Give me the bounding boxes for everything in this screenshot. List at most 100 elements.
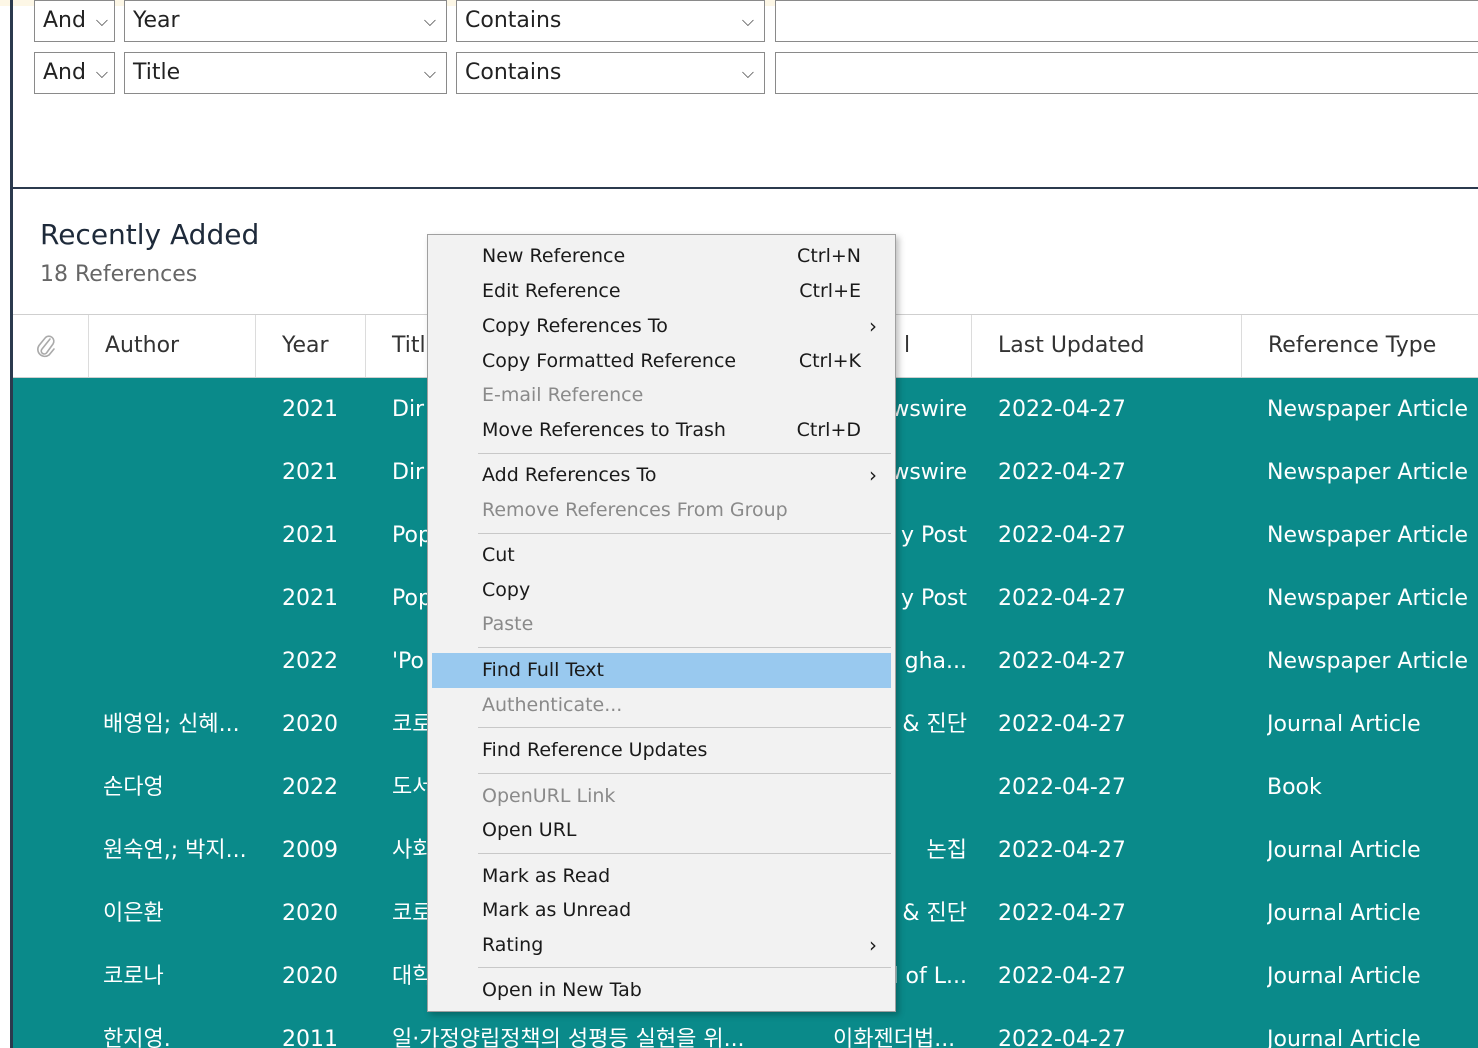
cell-author: 배영임; 신혜...: [103, 712, 240, 737]
column-reference-type[interactable]: Reference Type: [1241, 315, 1478, 377]
menu-item-label: Move References to Trash: [482, 419, 726, 441]
boolean-select-2[interactable]: And ⌵: [34, 52, 115, 94]
menu-item-label: Copy Formatted Reference: [482, 350, 737, 372]
column-attachment[interactable]: [13, 315, 88, 377]
cell-last-updated: 2022-04-27: [998, 901, 1126, 926]
search-panel-divider: [13, 187, 1478, 189]
chevron-down-icon: ⌵: [95, 63, 108, 82]
menu-item-open-url[interactable]: Open URL: [432, 813, 891, 848]
cell-reference-type: Journal Article: [1267, 901, 1421, 926]
menu-item-rating[interactable]: Rating ›: [432, 928, 891, 963]
menu-item-new-reference[interactable]: New Reference Ctrl+N: [432, 239, 891, 274]
cell-author: 원숙연,; 박지...: [103, 838, 247, 863]
column-last-updated[interactable]: Last Updated: [971, 315, 1241, 377]
chevron-down-icon: ⌵: [423, 63, 436, 82]
menu-item-add-references-to[interactable]: Add References To ›: [432, 458, 891, 493]
cell-author: [103, 504, 253, 567]
cell-author: [103, 441, 253, 504]
menu-item-mark-as-read[interactable]: Mark as Read: [432, 859, 891, 894]
cell-title: 일·가정양립정책의 성평등 실현을 위...: [392, 1027, 745, 1048]
menu-item-label: Find Reference Updates: [482, 739, 708, 761]
menu-item-label: Add References To: [482, 464, 657, 486]
menu-item-label: Find Full Text: [482, 659, 604, 681]
cell-year: 2022: [282, 775, 338, 800]
menu-item-label: Edit Reference: [482, 280, 621, 302]
boolean-select-value: And: [43, 60, 86, 85]
menu-item-openurl-link[interactable]: OpenURL Link: [432, 779, 891, 814]
menu-item-paste[interactable]: Paste: [432, 607, 891, 642]
boolean-select-1[interactable]: And ⌵: [34, 0, 115, 42]
chevron-down-icon: ⌵: [741, 11, 754, 30]
menu-item-email-reference[interactable]: E-mail Reference: [432, 378, 891, 413]
group-title: Recently Added: [40, 218, 260, 251]
menu-item-label: E-mail Reference: [482, 384, 644, 406]
cell-author: 이은환: [103, 901, 164, 926]
operator-select-value: Contains: [465, 60, 562, 85]
menu-item-label: Remove References From Group: [482, 499, 788, 521]
menu-separator: [478, 727, 891, 728]
cell-last-updated: 2022-04-27: [998, 712, 1126, 737]
chevron-right-icon: ›: [869, 314, 877, 338]
chevron-down-icon: ⌵: [95, 11, 108, 30]
menu-item-find-reference-updates[interactable]: Find Reference Updates: [432, 733, 891, 768]
table-row[interactable]: 한지영. 2011 일·가정양립정책의 성평등 실현을 위... 이화젠더법..…: [13, 1008, 1478, 1048]
boolean-select-value: And: [43, 8, 86, 33]
cell-year: 2009: [282, 838, 338, 863]
operator-select-2[interactable]: Contains ⌵: [456, 52, 765, 94]
search-value-input-1[interactable]: [775, 0, 1478, 42]
cell-last-updated: 2022-04-27: [998, 586, 1126, 611]
menu-separator: [478, 853, 891, 854]
cell-year: 2020: [282, 712, 338, 737]
chevron-right-icon: ›: [869, 933, 877, 957]
cell-reference-type: Journal Article: [1267, 838, 1421, 863]
menu-item-label: Copy References To: [482, 315, 668, 337]
menu-separator: [478, 967, 891, 968]
menu-item-shortcut: Ctrl+N: [797, 245, 861, 267]
cell-year: 2021: [282, 523, 338, 548]
search-value-input-2[interactable]: [775, 52, 1478, 94]
cell-last-updated: 2022-04-27: [998, 460, 1126, 485]
menu-item-copy-formatted-reference[interactable]: Copy Formatted Reference Ctrl+K: [432, 344, 891, 379]
cell-reference-type: Newspaper Article: [1267, 649, 1469, 674]
cell-author: [103, 567, 253, 630]
column-year[interactable]: Year: [255, 315, 365, 377]
chevron-right-icon: ›: [869, 463, 877, 487]
reference-count: 18 References: [40, 262, 198, 287]
menu-item-cut[interactable]: Cut: [432, 538, 891, 573]
cell-last-updated: 2022-04-27: [998, 775, 1126, 800]
menu-item-copy[interactable]: Copy: [432, 573, 891, 608]
column-author[interactable]: Author: [88, 315, 255, 377]
cell-last-updated: 2022-04-27: [998, 523, 1126, 548]
menu-item-copy-references-to[interactable]: Copy References To ›: [432, 309, 891, 344]
cell-reference-type: Journal Article: [1267, 1027, 1421, 1048]
menu-item-remove-from-group[interactable]: Remove References From Group: [432, 493, 891, 528]
menu-item-authenticate[interactable]: Authenticate...: [432, 688, 891, 723]
cell-last-updated: 2022-04-27: [998, 1027, 1126, 1048]
menu-item-mark-as-unread[interactable]: Mark as Unread: [432, 893, 891, 928]
operator-select-1[interactable]: Contains ⌵: [456, 0, 765, 42]
cell-year: 2020: [282, 901, 338, 926]
field-select-value: Year: [133, 8, 180, 33]
cell-year: 2021: [282, 460, 338, 485]
menu-item-shortcut: Ctrl+K: [798, 350, 861, 372]
cell-reference-type: Journal Article: [1267, 712, 1421, 737]
menu-item-find-full-text[interactable]: Find Full Text: [432, 653, 891, 688]
cell-reference-type: Newspaper Article: [1267, 397, 1469, 422]
cell-journal: 이화젠더법...: [833, 1027, 956, 1048]
cell-year: 2021: [282, 397, 338, 422]
field-select-value: Title: [133, 60, 181, 85]
cell-author: [103, 630, 253, 693]
menu-item-open-in-new-tab[interactable]: Open in New Tab: [432, 973, 891, 1008]
menu-item-label: Mark as Read: [482, 865, 611, 887]
menu-item-edit-reference[interactable]: Edit Reference Ctrl+E: [432, 274, 891, 309]
menu-item-shortcut: Ctrl+E: [799, 280, 861, 302]
field-select-2[interactable]: Title ⌵: [124, 52, 447, 94]
menu-item-move-to-trash[interactable]: Move References to Trash Ctrl+D: [432, 413, 891, 448]
field-select-1[interactable]: Year ⌵: [124, 0, 447, 42]
menu-separator: [478, 773, 891, 774]
paperclip-icon: [37, 335, 55, 358]
menu-item-label: OpenURL Link: [482, 785, 616, 807]
menu-item-label: Open URL: [482, 819, 577, 841]
cell-year: 2020: [282, 964, 338, 989]
menu-item-label: New Reference: [482, 245, 626, 267]
